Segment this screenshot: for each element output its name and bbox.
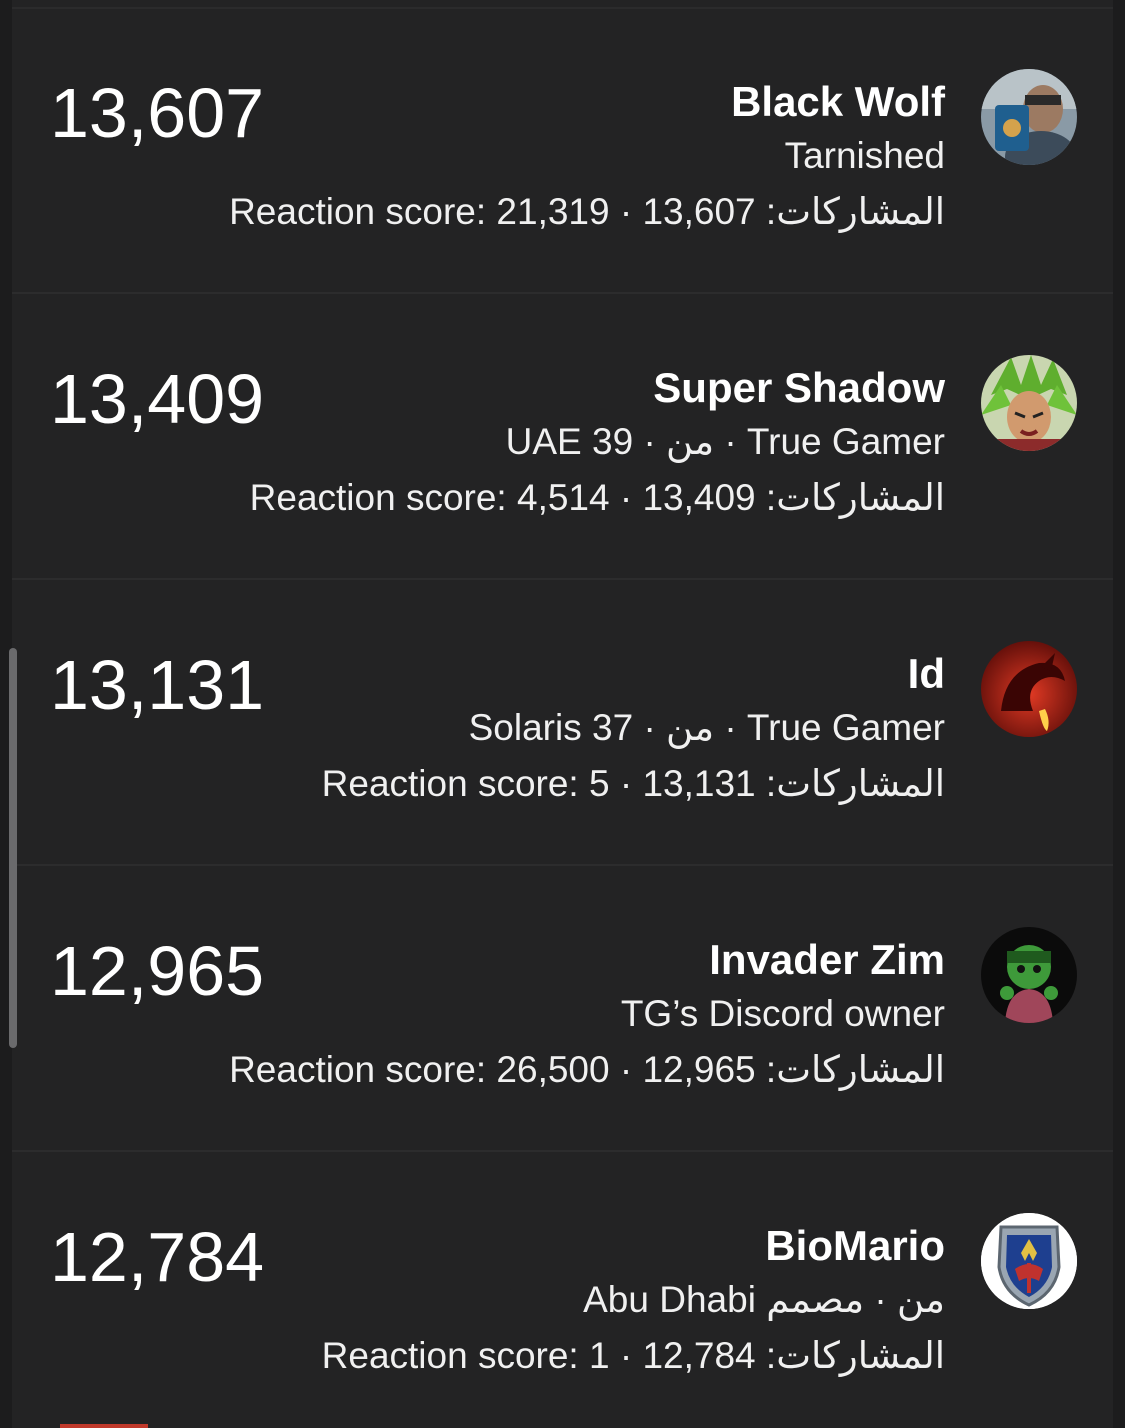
member-title: Tarnished [784, 135, 945, 176]
member-row-black-wolf[interactable]: 13,607 Black Wolf Tarnished Reaction sco… [12, 8, 1113, 294]
scrollbar[interactable] [9, 648, 17, 1048]
active-tab-indicator [60, 1424, 148, 1428]
member-info: Invader Zim TG’s Discord owner Reaction … [185, 934, 945, 1098]
member-row-super-shadow[interactable]: 13,409 Super Shadow UAE من · 39 · True G… [12, 294, 1113, 580]
member-stats: Reaction score: 5 · 13,131 :المشاركات [321, 763, 945, 804]
green-character-avatar-icon[interactable] [981, 927, 1077, 1023]
member-info: Id Solaris من · 37 · True Gamer Reaction… [185, 648, 945, 812]
member-title: Solaris من · 37 · True Gamer [468, 707, 945, 748]
member-row-invader-zim[interactable]: 12,965 Invader Zim TG’s Discord owner Re… [12, 866, 1113, 1152]
red-dragon-avatar-icon[interactable] [981, 641, 1077, 737]
member-info: BioMario Abu Dhabi من · مصمم Reaction sc… [185, 1220, 945, 1384]
member-stats: Reaction score: 4,514 · 13,409 :المشاركا… [249, 477, 945, 518]
member-row-biomario[interactable]: 12,784 BioMario Abu Dhabi من · مصمم Reac… [12, 1152, 1113, 1428]
member-name[interactable]: Super Shadow [185, 362, 945, 414]
member-stats: Reaction score: 1 · 12,784 :المشاركات [321, 1335, 945, 1376]
member-info: Super Shadow UAE من · 39 · True Gamer Re… [185, 362, 945, 526]
member-name[interactable]: Id [185, 648, 945, 700]
member-name[interactable]: Black Wolf [185, 76, 945, 128]
member-row-id[interactable]: 13,131 Id Solaris من · 37 · True Gamer R… [12, 580, 1113, 866]
member-stats: Reaction score: 26,500 · 12,965 :المشارك… [229, 1049, 945, 1090]
member-info: Black Wolf Tarnished Reaction score: 21,… [185, 76, 945, 240]
member-stats: Reaction score: 21,319 · 13,607 :المشارك… [229, 191, 945, 232]
member-title: Abu Dhabi من · مصمم [583, 1279, 945, 1320]
member-title: TG’s Discord owner [620, 993, 945, 1034]
anime-warrior-avatar-icon[interactable] [981, 355, 1077, 451]
members-page: 13,607 Black Wolf Tarnished Reaction sco… [0, 0, 1125, 1428]
member-name[interactable]: Invader Zim [185, 934, 945, 986]
member-title: UAE من · 39 · True Gamer [505, 421, 945, 462]
member-name[interactable]: BioMario [185, 1220, 945, 1272]
hylian-shield-avatar-icon[interactable] [981, 1213, 1077, 1309]
member-list: 13,607 Black Wolf Tarnished Reaction sco… [12, 0, 1113, 1428]
person-with-game-avatar-icon[interactable] [981, 69, 1077, 165]
